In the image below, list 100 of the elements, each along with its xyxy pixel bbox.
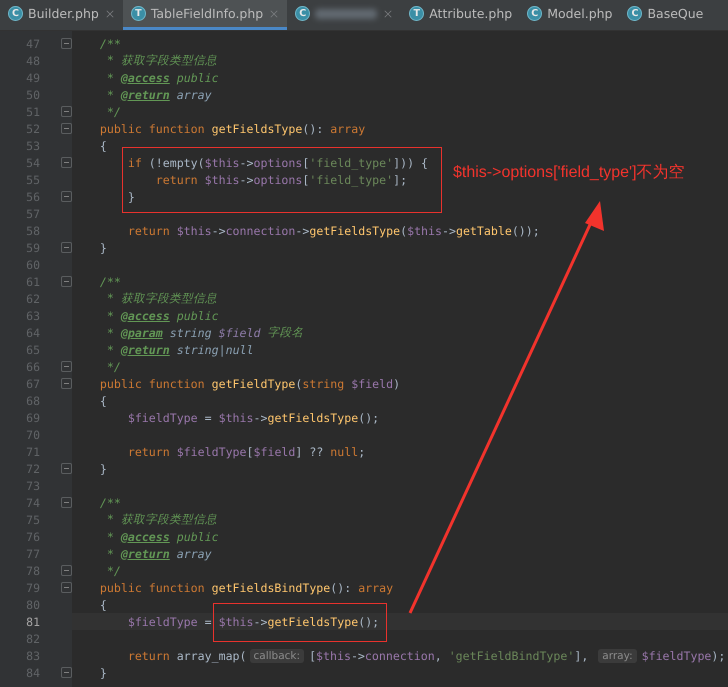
code-token: array	[176, 88, 212, 102]
code-token: ;	[358, 444, 366, 458]
fold-icon[interactable]	[61, 191, 72, 202]
code-token: * 获取字段类型信息	[106, 53, 217, 68]
code-token: getFieldsType	[267, 410, 358, 424]
code-token: ->	[254, 410, 268, 424]
fold-icon[interactable]	[61, 106, 72, 117]
fold-icon[interactable]	[61, 667, 72, 678]
code-token: {	[98, 138, 107, 152]
file-tab[interactable]: T Attribute.php	[401, 0, 520, 30]
code-token: *	[106, 530, 115, 544]
fold-icon[interactable]	[61, 361, 72, 372]
code-token: $this	[407, 224, 442, 238]
fold-icon[interactable]	[61, 276, 72, 287]
code-token: getTable	[456, 224, 512, 238]
fold-icon[interactable]	[61, 378, 72, 389]
code-token: ->	[240, 156, 254, 170]
code-token: *	[106, 546, 115, 560]
code-token: *	[106, 308, 115, 322]
fold-icon[interactable]	[61, 242, 72, 253]
code-token: $fieldType	[176, 444, 247, 458]
code-token: options	[254, 156, 302, 170]
code-token: ->	[212, 224, 226, 238]
file-type-icon: T	[409, 6, 424, 21]
code-token: *	[106, 326, 115, 340]
code-token: string	[302, 376, 346, 390]
code-token: {	[98, 394, 107, 408]
code-token: ();	[358, 410, 380, 424]
file-tab[interactable]: C Builder.php	[0, 0, 123, 30]
code-token: }	[98, 462, 107, 476]
code-token: array	[176, 546, 212, 560]
code-token: @return	[120, 342, 170, 356]
code-token: @return	[120, 546, 170, 560]
code-token: */	[106, 360, 121, 374]
code-token: $field	[218, 326, 260, 340]
code-token: *	[106, 70, 115, 84]
code-token: *	[106, 88, 115, 102]
file-type-icon: T	[130, 6, 146, 21]
code-token: public function	[98, 580, 206, 594]
code-token: $fieldType	[126, 410, 198, 424]
code-token: ->	[442, 224, 456, 238]
close-icon[interactable]	[104, 8, 116, 20]
file-tab[interactable]: T TableFieldInfo.php	[122, 0, 288, 30]
code-token: return	[154, 172, 199, 186]
code-token: null	[330, 444, 358, 458]
code-token: ->	[295, 224, 310, 238]
code-token: ,	[434, 648, 443, 662]
file-type-icon: C	[8, 6, 23, 21]
code-token: getFieldType	[212, 376, 296, 390]
tab-label: Model.php	[547, 6, 612, 21]
code-token: $this	[204, 172, 240, 186]
fold-icon[interactable]	[61, 123, 72, 134]
code-token: $fieldType	[642, 648, 712, 662]
code-token: [	[302, 172, 310, 186]
code-token: (	[295, 376, 302, 390]
code-token: getFieldsType	[309, 224, 400, 238]
code-token: $this	[218, 410, 254, 424]
code-token: }	[98, 240, 107, 254]
code-token: ->	[254, 614, 268, 628]
code-token: public	[176, 308, 219, 322]
code-token: );	[711, 648, 726, 662]
code-token: */	[106, 564, 121, 578]
code-token: {	[98, 598, 107, 612]
code-token: /**	[98, 36, 121, 50]
code-token: return	[126, 648, 171, 662]
file-tab[interactable]: C	[287, 0, 402, 30]
code-token: [	[246, 444, 254, 458]
tab-label: Builder.php	[28, 6, 99, 21]
fold-icon[interactable]	[61, 582, 72, 593]
parameter-hint: array:	[598, 648, 637, 662]
code-token: $this	[176, 224, 212, 238]
annotation-text: $this->options['field_type']不为空	[453, 162, 685, 183]
tab-label: TableFieldInfo.php	[150, 6, 264, 21]
code-token: public	[176, 530, 219, 544]
fold-icon[interactable]	[61, 497, 72, 508]
code-token: 字段名	[266, 325, 304, 340]
code-token: @return	[120, 88, 170, 102]
code-token: /**	[98, 274, 121, 288]
code-token: 'field_type'	[309, 172, 394, 186]
close-icon[interactable]	[382, 8, 394, 20]
code-token: if	[126, 156, 143, 170]
code-token: (	[400, 224, 408, 238]
code-token: [	[302, 156, 310, 170]
code-token: }	[126, 190, 135, 204]
code-token: return	[126, 224, 171, 238]
code-token: ],	[574, 648, 590, 662]
code-token: array	[358, 580, 394, 594]
code-token: options	[254, 172, 302, 186]
file-type-icon: C	[295, 6, 310, 21]
code-token: }	[98, 666, 107, 680]
close-icon[interactable]	[268, 8, 280, 20]
code-token: array_map(	[176, 648, 247, 662]
file-tab[interactable]: C Model.php	[519, 0, 620, 30]
fold-icon[interactable]	[61, 565, 72, 576]
file-tab[interactable]: C BaseQue	[619, 0, 710, 30]
fold-icon[interactable]	[61, 157, 72, 168]
code-token: * 获取字段类型信息	[106, 512, 217, 527]
code-token: getFieldsType	[212, 122, 302, 136]
fold-icon[interactable]	[61, 38, 72, 49]
fold-icon[interactable]	[61, 463, 72, 474]
